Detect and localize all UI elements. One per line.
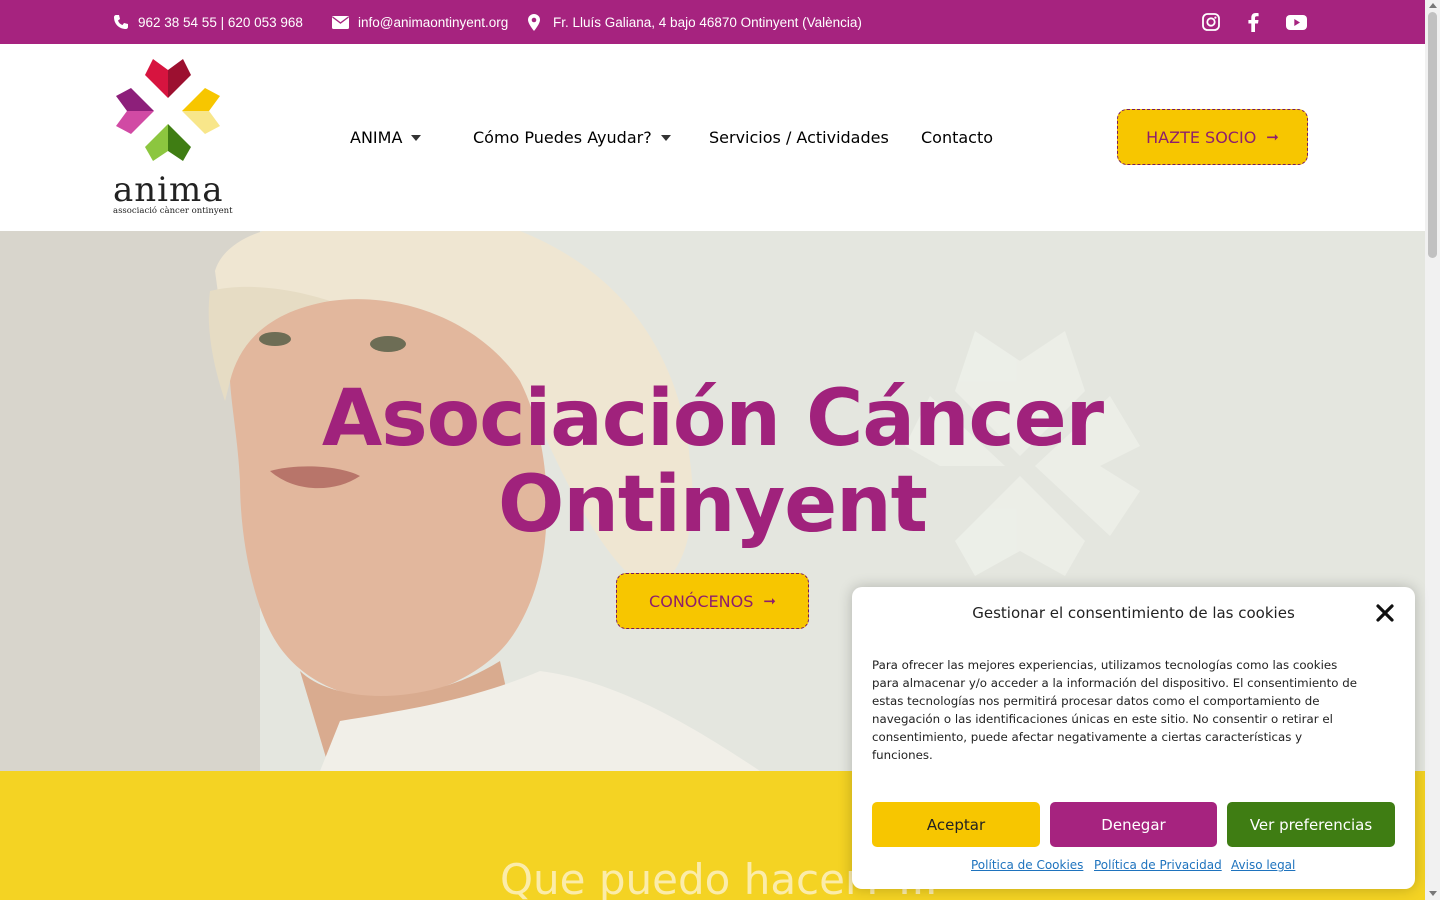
top-contact-bar: 962 38 54 55 | 620 053 968 info@animaont… [0,0,1425,44]
facebook-icon [1247,12,1259,32]
phone-icon [114,15,128,29]
caret-down-icon [660,134,671,141]
email-contact[interactable]: info@animaontinyent.org [332,0,508,44]
nav-item-como-puedes-ayudar[interactable]: Cómo Puedes Ayudar? [473,128,671,147]
arrow-right-icon: ➞ [1266,128,1279,146]
cookie-preferences-button[interactable]: Ver preferencias [1227,802,1395,847]
anima-logo[interactable]: anima associació càncer ontinyent [113,58,233,218]
hazte-socio-button[interactable]: HAZTE SOCIO ➞ [1117,109,1308,165]
caret-down-icon [411,134,422,141]
close-icon[interactable] [1374,602,1396,624]
accept-cookies-button[interactable]: Aceptar [872,802,1040,847]
legal-notice-link[interactable]: Aviso legal [1231,858,1295,872]
nav-item-label: ANIMA [350,128,403,147]
scroll-up-arrow-icon[interactable] [1429,3,1437,8]
page-scrollbar[interactable] [1425,0,1440,900]
address-contact[interactable]: Fr. Lluís Galiana, 4 bajo 46870 Ontinyen… [528,0,862,44]
cookie-consent-dialog: Gestionar el consentimiento de las cooki… [852,587,1415,889]
nav-item-servicios[interactable]: Servicios / Actividades [709,128,889,147]
envelope-icon [332,15,349,29]
email-address: info@animaontinyent.org [358,14,509,30]
hero-title-line-2: Ontinyent [498,460,928,550]
privacy-policy-link[interactable]: Política de Privacidad [1094,858,1222,872]
phone-contact[interactable]: 962 38 54 55 | 620 053 968 [113,0,303,44]
site-header: anima associació càncer ontinyent ANIMA … [0,44,1425,231]
address-text: Fr. Lluís Galiana, 4 bajo 46870 Ontinyen… [553,14,862,30]
hero-title-line-1: Asociación Cáncer [321,374,1104,464]
youtube-link[interactable] [1285,11,1307,33]
arrow-right-icon: ➞ [763,592,776,610]
nav-item-label: Cómo Puedes Ayudar? [473,128,652,147]
heart-cross-logo-icon [116,59,220,161]
conocenos-button[interactable]: CONÓCENOS ➞ [616,573,809,629]
cookie-dialog-title: Gestionar el consentimiento de las cooki… [972,604,1295,622]
instagram-link[interactable] [1200,11,1222,33]
facebook-link[interactable] [1242,11,1264,33]
logo-wordmark: anima [113,170,224,210]
map-pin-icon [528,13,540,31]
hero-title: Asociación Cáncer Ontinyent [0,376,1425,548]
scroll-down-arrow-icon[interactable] [1429,891,1437,896]
phone-numbers: 962 38 54 55 | 620 053 968 [138,14,303,30]
deny-cookies-button[interactable]: Denegar [1050,802,1217,847]
hazte-socio-label: HAZTE SOCIO [1146,127,1257,147]
nav-item-label: Servicios / Actividades [709,128,889,147]
instagram-icon [1202,13,1220,31]
conocenos-label: CONÓCENOS [649,591,754,611]
scrollbar-thumb[interactable] [1428,12,1437,258]
nav-item-contacto[interactable]: Contacto [921,128,993,147]
cookie-policy-link[interactable]: Política de Cookies [971,858,1083,872]
cookie-description: Para ofrecer las mejores experiencias, u… [872,658,1357,762]
logo-subtitle: associació càncer ontinyent [113,206,233,216]
nav-item-anima[interactable]: ANIMA [350,128,422,147]
youtube-icon [1285,14,1307,30]
nav-item-label: Contacto [921,128,994,147]
